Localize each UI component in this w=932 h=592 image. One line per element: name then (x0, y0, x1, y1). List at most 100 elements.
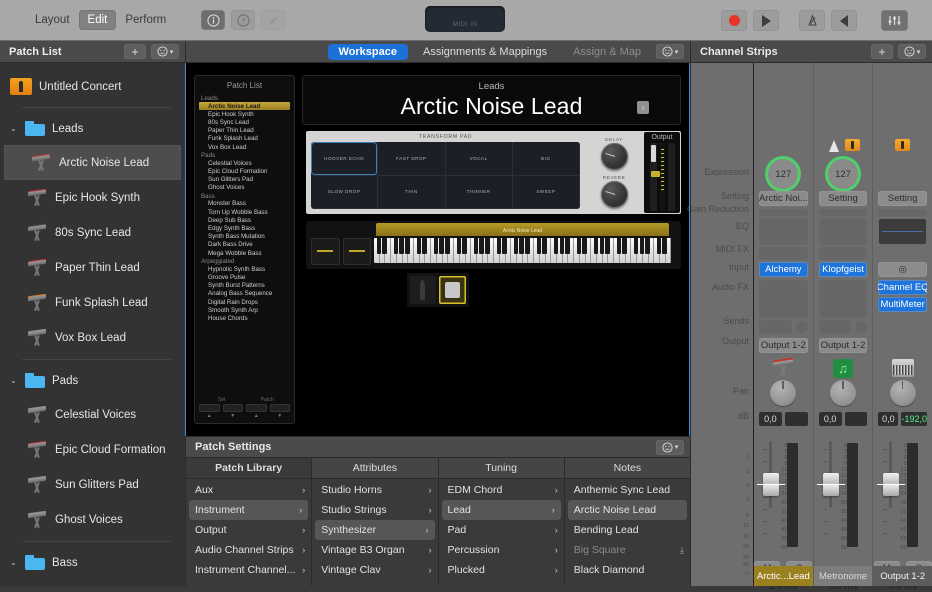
mixer-button[interactable] (881, 10, 908, 31)
attributes-item-vintage-b3-organ[interactable]: Vintage B3 Organ› (312, 540, 437, 560)
add-patch-button[interactable]: + (124, 44, 146, 59)
sidebar-patch-80s-sync-lead[interactable]: 80s Sync Lead (0, 215, 185, 250)
notes-item-arctic-noise-lead[interactable]: Arctic Noise Lead (568, 500, 687, 520)
library-item-instrument-channel[interactable]: Instrument Channel...› (186, 560, 311, 580)
widget-item[interactable]: Digital Rain Drops (199, 298, 290, 306)
reverb-knob[interactable] (601, 181, 628, 208)
widget-item[interactable]: 80s Sync Lead (199, 118, 290, 126)
input-slot[interactable]: ◎ (878, 262, 927, 277)
widget-item[interactable]: Ghost Voices (199, 184, 290, 192)
library-item-output[interactable]: Output› (186, 520, 311, 540)
widget-item[interactable]: Deep Sub Bass (199, 216, 290, 224)
widget-item[interactable]: Dark Bass Drive (199, 241, 290, 249)
attributes-item-vintage-clav[interactable]: Vintage Clav› (312, 560, 437, 580)
library-item-aux[interactable]: Aux› (186, 480, 311, 500)
notes-item-big-square[interactable]: Big Square⤓ (565, 540, 690, 560)
widget-footer-buttons[interactable] (199, 404, 290, 412)
patch-prev-button[interactable] (246, 404, 267, 412)
output-selector[interactable]: Output 1-2 (759, 338, 808, 353)
channel-strips-action-menu[interactable]: ▾ (898, 44, 926, 59)
tuner-icon[interactable] (261, 10, 285, 30)
widget-item[interactable]: Paper Thin Lead (199, 127, 290, 135)
widget-item[interactable]: Mega Wobble Bass (199, 249, 290, 257)
send-slot[interactable] (819, 320, 852, 334)
eq-display[interactable] (819, 218, 868, 245)
sidebar-patch-paper-thin-lead[interactable]: Paper Thin Lead (0, 250, 185, 285)
reverb-knob-group[interactable]: REVERB (601, 175, 628, 208)
widget-item[interactable]: Epic Cloud Formation (199, 167, 290, 175)
widget-item[interactable]: Analog Bass Sequence (199, 290, 290, 298)
play-button[interactable] (753, 10, 779, 31)
strip-name[interactable]: Metronome (814, 566, 873, 586)
sidebar-patch-sun-glitters-pad[interactable]: Sun Glitters Pad (0, 467, 185, 502)
db-row[interactable]: 0,0 (819, 412, 868, 426)
midi-fx-slot[interactable] (819, 247, 868, 260)
peak-value[interactable]: -192,0 (901, 412, 927, 426)
download-icon[interactable]: ⤓ (680, 545, 684, 556)
workspace-canvas[interactable]: Patch List Leads Arctic Noise Lead Epic … (185, 63, 690, 436)
tab-workspace[interactable]: Workspace (328, 44, 409, 60)
mod-wheel[interactable] (343, 238, 372, 265)
output-fader[interactable] (650, 143, 657, 211)
notes-item-black-diamond[interactable]: Black Diamond (565, 560, 690, 580)
folder-icon[interactable] (895, 139, 910, 151)
column-list[interactable]: EDM Chord› Lead› Pad› Percussion› Plucke… (439, 479, 564, 586)
sidebar-patch-ghost-voices[interactable]: Ghost Voices (0, 502, 185, 537)
widget-item[interactable]: Arctic Noise Lead (199, 102, 290, 110)
setting-selector[interactable]: Setting (819, 191, 868, 206)
widget-item[interactable]: Synth Bass Mutation (199, 233, 290, 241)
patch-list-action-menu[interactable]: ▾ (151, 44, 179, 59)
pad-cell-thin[interactable]: THIN (378, 176, 445, 210)
widget-items[interactable]: Leads Arctic Noise Lead Epic Hook Synth … (195, 94, 294, 323)
mode-edit[interactable]: Edit (79, 10, 117, 30)
channel-strip-arctic-noise-lead[interactable]: 127 Arctic Noi... Alchemy Output 1-2 0,0 (754, 63, 814, 586)
widget-item[interactable]: Celestial Voices (199, 159, 290, 167)
patch-next-button[interactable] (270, 404, 291, 412)
tab-assignments-mappings[interactable]: Assignments & Mappings (412, 44, 558, 60)
channel-strip-output-1-2[interactable]: Setting ◎ Channel EQ MultiMeter 0,0 -192… (873, 63, 932, 586)
piano-keys[interactable] (374, 238, 671, 263)
group-row-leads[interactable]: ⌄ Leads (0, 112, 185, 145)
sends-slot[interactable] (819, 320, 868, 334)
pad-cell-fast-drop[interactable]: FAST DROP (378, 142, 445, 176)
sends-slot[interactable] (759, 320, 808, 334)
notes-item-anthemic-sync-lead[interactable]: Anthemic Sync Lead (565, 480, 690, 500)
db-value[interactable]: 0,0 (878, 412, 898, 426)
sidebar-patch-celestial-voices[interactable]: Celestial Voices (0, 397, 185, 432)
chevron-down-icon[interactable]: ⌄ (10, 558, 18, 567)
audio-fx-slot[interactable] (759, 280, 808, 318)
widget-item[interactable]: Funk Splash Lead (199, 135, 290, 143)
pad-cell-big[interactable]: BIG (513, 142, 580, 176)
output-fader-handle[interactable] (651, 171, 660, 177)
db-row[interactable]: 0,0 -192,0 (878, 412, 927, 426)
set-prev-button[interactable] (199, 404, 220, 412)
chevron-down-icon[interactable]: ⌄ (10, 376, 18, 385)
pad-cell-sweep[interactable]: SWEEP (513, 176, 580, 210)
pad-cell-slow-drop[interactable]: SLOW DROP (311, 176, 378, 210)
audio-fx-multimeter[interactable]: MultiMeter (878, 297, 927, 312)
tuning-item-percussion[interactable]: Percussion› (439, 540, 564, 560)
library-item-audio-channel-strips[interactable]: Audio Channel Strips› (186, 540, 311, 560)
widget-item[interactable]: Synth Burst Patterns (199, 282, 290, 290)
eq-display[interactable] (878, 218, 927, 245)
column-list[interactable]: Aux› Instrument› Output› Audio Channel S… (186, 479, 311, 586)
tuning-item-pad[interactable]: Pad› (439, 520, 564, 540)
midi-fx-slot[interactable] (759, 247, 808, 260)
column-list[interactable]: Studio Horns› Studio Strings› Synthesize… (312, 479, 437, 586)
setting-selector[interactable]: Setting (878, 191, 927, 206)
transform-pad-grid[interactable]: HOOVER ECHO FAST DROP VOCAL BIG SLOW DRO… (311, 142, 580, 209)
widget-item[interactable]: Sun Glitters Pad (199, 176, 290, 184)
expression-knob[interactable]: 127 (828, 159, 858, 189)
mode-perform[interactable]: Perform (116, 10, 175, 30)
audio-fx-slot[interactable] (819, 280, 868, 318)
sidebar-patch-funk-splash-lead[interactable]: Funk Splash Lead (0, 285, 185, 320)
metronome-button[interactable] (799, 10, 825, 31)
setting-selector[interactable]: Arctic Noi... (759, 191, 808, 206)
db-value[interactable]: 0,0 (819, 412, 842, 426)
attributes-item-synthesizer[interactable]: Synthesizer› (315, 520, 434, 540)
pad-cell-vocal[interactable]: VOCAL (446, 142, 513, 176)
strip-name[interactable]: Output 1-2 (873, 566, 932, 586)
tuning-item-edm-chord[interactable]: EDM Chord› (439, 480, 564, 500)
concert-row[interactable]: Untitled Concert (0, 70, 185, 103)
notes-item-bending-lead[interactable]: Bending Lead (565, 520, 690, 540)
